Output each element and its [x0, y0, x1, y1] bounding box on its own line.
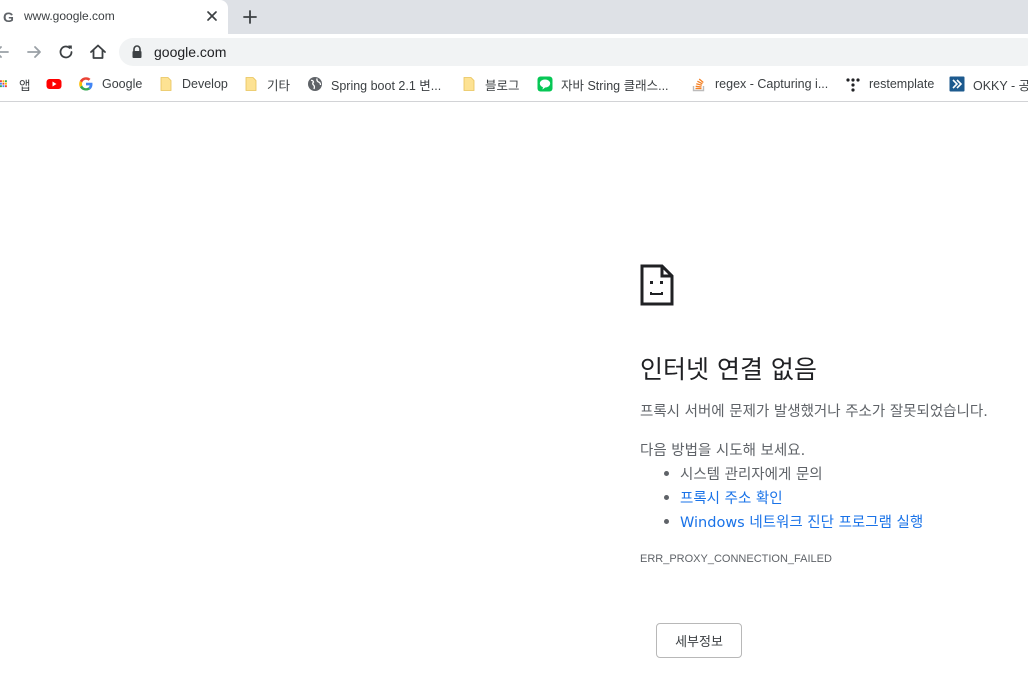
bookmark-java-string[interactable]: 자바 String 클래스...: [537, 70, 669, 98]
run-network-diagnostics-link[interactable]: Windows 네트워크 진단 프로그램 실행: [680, 511, 923, 532]
bookmark-label: 블로그: [485, 78, 520, 93]
check-proxy-link[interactable]: 프록시 주소 확인: [680, 487, 783, 508]
bookmark-label: Google: [102, 77, 143, 91]
bookmark-label: Spring boot 2.1 변...: [331, 78, 442, 93]
tab-title: www.google.com: [24, 9, 115, 23]
lock-icon[interactable]: [130, 44, 144, 60]
okky-icon: [949, 76, 965, 92]
url-text[interactable]: google.com: [154, 44, 226, 60]
suggestions-title: 다음 방법을 시도해 보세요.: [640, 443, 806, 459]
bookmark-restemplate[interactable]: restemplate: [845, 70, 934, 98]
home-icon[interactable]: [88, 42, 108, 62]
bookmark-label: OKKY - 공: [973, 78, 1028, 93]
folder-icon: [463, 77, 475, 91]
bookmark-regex[interactable]: regex - Capturing i...: [691, 70, 828, 98]
bookmark-spring-boot[interactable]: Spring boot 2.1 변...: [307, 70, 441, 98]
folder-icon: [160, 77, 172, 91]
error-heading: 인터넷 연결 없음: [640, 355, 817, 384]
suggestion-item: 프록시 주소 확인: [664, 487, 783, 508]
google-favicon-icon: G: [3, 9, 14, 25]
dots-icon: [846, 78, 860, 92]
bookmark-youtube[interactable]: [46, 70, 70, 98]
bookmark-label: regex - Capturing i...: [715, 77, 829, 91]
bullet: [664, 495, 669, 500]
reload-icon[interactable]: [56, 42, 76, 62]
bookmark-label: restemplate: [869, 77, 935, 91]
address-bar[interactable]: [119, 38, 1028, 66]
bookmark-folder-develop[interactable]: Develop: [158, 70, 228, 98]
forward-icon[interactable]: [24, 42, 44, 62]
bookmark-label: 앱: [19, 78, 31, 93]
bullet: [664, 471, 669, 476]
bookmark-google[interactable]: Google: [78, 70, 142, 98]
tab-strip: G www.google.com: [0, 0, 1028, 34]
google-icon: [79, 77, 93, 91]
error-code: ERR_PROXY_CONNECTION_FAILED: [640, 553, 832, 565]
apps-grid-icon: [0, 80, 7, 88]
globe-icon: [308, 77, 322, 91]
tab-active[interactable]: G www.google.com: [0, 0, 228, 34]
bookmark-okky[interactable]: OKKY - 공: [949, 70, 1028, 98]
bookmark-folder-blog[interactable]: 블로그: [461, 70, 520, 98]
suggestion-item: 시스템 관리자에게 문의: [664, 463, 823, 484]
suggestion-item: Windows 네트워크 진단 프로그램 실행: [664, 511, 923, 532]
plus-icon[interactable]: [240, 7, 260, 27]
bookmark-folder-etc[interactable]: 기타: [243, 70, 290, 98]
folder-icon: [245, 77, 257, 91]
bookmarks-bar: 앱 Google Develop 기타 Spring boot 2.1 변...…: [0, 70, 1028, 102]
back-icon[interactable]: [0, 42, 12, 62]
youtube-icon: [46, 79, 62, 89]
bookmark-label: 기타: [267, 78, 291, 93]
line-chat-icon: [537, 76, 553, 92]
details-button[interactable]: 세부정보: [656, 623, 742, 658]
sad-document-icon: [640, 264, 674, 306]
bookmark-apps[interactable]: 앱: [0, 70, 31, 98]
error-description: 프록시 서버에 문제가 발생했거나 주소가 잘못되었습니다.: [640, 404, 988, 420]
bookmark-label: Develop: [182, 77, 228, 91]
suggestion-contact-admin: 시스템 관리자에게 문의: [680, 467, 823, 483]
bullet: [664, 519, 669, 524]
close-icon[interactable]: [204, 8, 220, 24]
stackoverflow-icon: [692, 78, 705, 92]
bookmark-label: 자바 String 클래스...: [561, 78, 669, 93]
